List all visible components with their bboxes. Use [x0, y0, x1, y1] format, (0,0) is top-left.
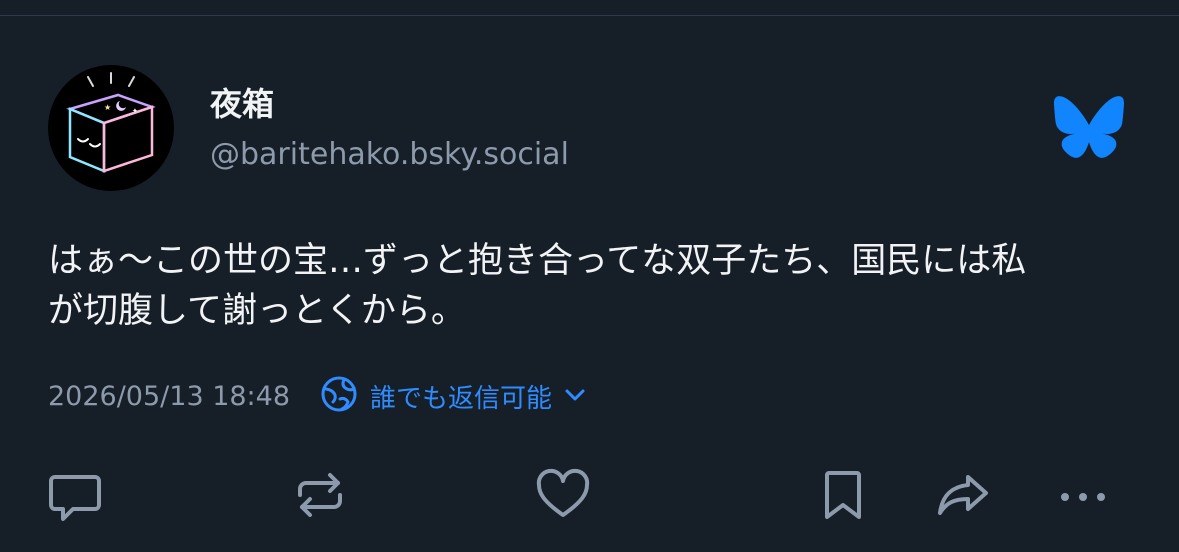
reply-setting-label: 誰でも返信可能 — [370, 383, 553, 414]
post-timestamp: 2026/05/13 18:48 — [48, 380, 291, 412]
svg-text:★: ★ — [104, 103, 111, 112]
bookmark-icon — [825, 471, 861, 519]
post-text-line: はぁ〜この世の宝…ずっと抱き合ってな双子たち、国民には私 — [48, 241, 1027, 281]
author-display-name[interactable]: 夜箱 — [210, 84, 274, 124]
author-handle[interactable]: @baritehako.bsky.social — [210, 136, 569, 174]
reply-setting-button[interactable]: 誰でも返信可能 — [320, 375, 586, 417]
heart-icon — [536, 468, 590, 517]
svg-text:✦: ✦ — [132, 107, 138, 115]
post-thread-view: ★ ✦ 夜箱 @baritehako.bsky.social はぁ〜この世の宝…… — [0, 0, 1179, 552]
post-text-line: が切腹して謝っとくから。 — [48, 291, 466, 331]
globe-icon — [320, 375, 358, 417]
reply-button[interactable] — [40, 460, 110, 530]
more-options-button[interactable] — [1048, 460, 1118, 530]
post-meta: 2026/05/13 18:48 誰でも返信可能 — [48, 376, 586, 416]
like-button[interactable] — [528, 460, 598, 530]
avatar[interactable]: ★ ✦ — [48, 65, 174, 191]
glowing-box-avatar-icon: ★ ✦ — [66, 72, 156, 173]
post-body: はぁ〜この世の宝…ずっと抱き合ってな双子たち、国民には私 が切腹して謝っとくから… — [48, 236, 1138, 336]
share-arrow-icon — [938, 475, 988, 515]
repost-button[interactable] — [285, 460, 355, 530]
ellipsis-icon — [1061, 493, 1105, 501]
repost-icon — [298, 473, 342, 517]
chevron-down-icon — [564, 387, 586, 406]
bookmark-button[interactable] — [808, 460, 878, 530]
share-button[interactable] — [927, 460, 997, 530]
post-action-bar — [0, 460, 1179, 530]
divider — [0, 15, 1179, 16]
speech-bubble-icon — [49, 475, 101, 521]
bluesky-butterfly-icon — [1052, 95, 1126, 159]
